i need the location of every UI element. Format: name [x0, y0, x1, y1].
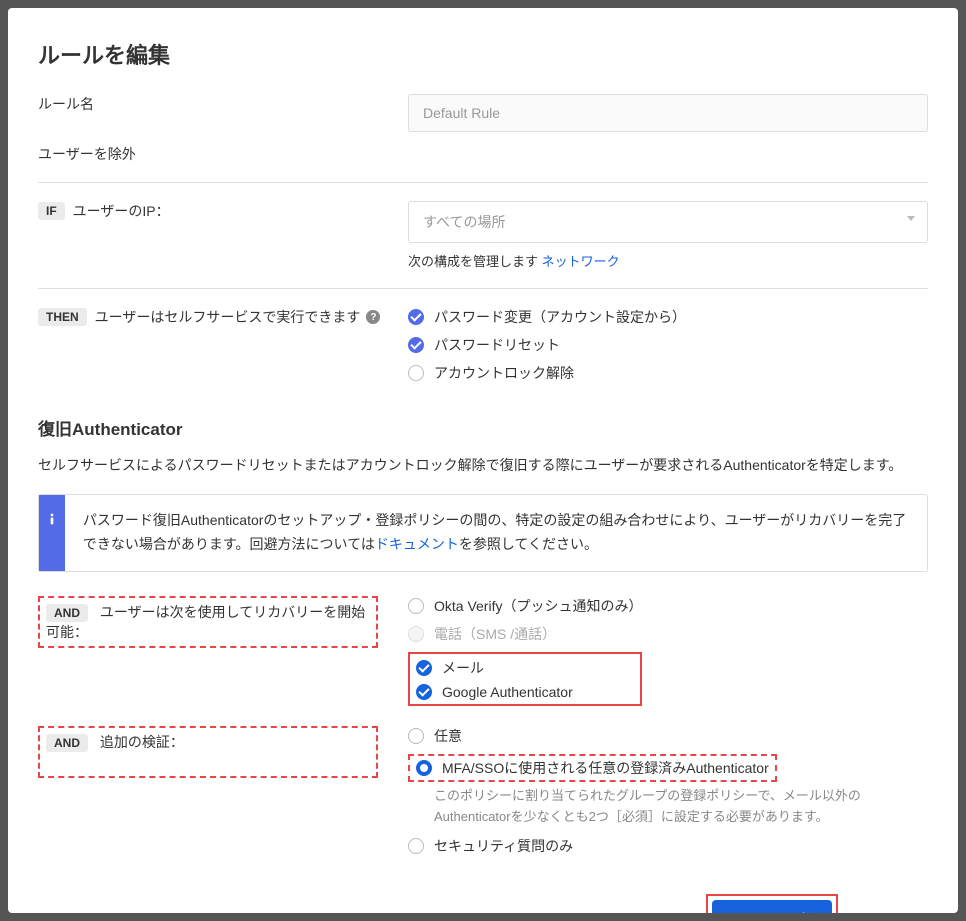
cancel-button[interactable]: キャンセル — [858, 910, 928, 913]
info-icon — [39, 495, 65, 571]
then-option-password-reset[interactable]: パスワードリセット — [408, 335, 928, 355]
recovery-authenticator-title: 復旧Authenticator — [38, 415, 928, 440]
checkbox-checked-icon — [416, 660, 432, 676]
rule-name-row: ルール名 Default Rule — [38, 94, 928, 132]
radio-selected-icon — [416, 760, 432, 776]
additional-option-any[interactable]: 任意 — [408, 726, 928, 746]
highlight-recovery-label: AND ユーザーは次を使用してリカバリーを開始可能： — [38, 596, 378, 648]
checkbox-unchecked-icon — [408, 598, 424, 614]
checkbox-checked-icon — [416, 684, 432, 700]
highlight-additional-label: AND 追加の検証： — [38, 726, 378, 778]
recovery-option-email[interactable]: メール — [416, 658, 634, 678]
user-ip-select[interactable]: すべての場所 — [408, 201, 928, 243]
user-ip-select-value: すべての場所 — [423, 214, 505, 230]
checkbox-disabled-icon — [408, 626, 424, 642]
exclude-users-row: ユーザーを除外 — [38, 144, 928, 164]
chevron-down-icon — [907, 216, 915, 221]
then-option-password-change[interactable]: パスワード変更（アカウント設定から） — [408, 307, 928, 327]
additional-option-mfa-sso[interactable]: MFA/SSOに使用される任意の登録済みAuthenticator — [416, 758, 769, 778]
rule-name-label: ルール名 — [38, 94, 408, 114]
then-option-account-unlock[interactable]: アカウントロック解除 — [408, 363, 928, 383]
radio-unselected-icon — [408, 728, 424, 744]
info-box: パスワード復旧Authenticatorのセットアップ・登録ポリシーの間の、特定… — [38, 494, 928, 572]
recovery-option-google-authenticator[interactable]: Google Authenticator — [416, 684, 634, 700]
and-recovery-label: ユーザーは次を使用してリカバリーを開始可能： — [46, 604, 365, 640]
modal-footer: ルールを更新 キャンセル — [38, 894, 928, 913]
and-additional-options: 任意 MFA/SSOに使用される任意の登録済みAuthenticator このポ… — [408, 726, 928, 864]
documentation-link[interactable]: ドキュメント — [375, 536, 459, 552]
then-label: ユーザーはセルフサービスで実行できます — [95, 307, 361, 327]
info-box-body: パスワード復旧Authenticatorのセットアップ・登録ポリシーの間の、特定… — [65, 495, 927, 571]
rule-name-input[interactable]: Default Rule — [408, 94, 928, 132]
and-additional-row: AND 追加の検証： 任意 MFA/SSOに使用される任意の登録済みAuthen… — [38, 726, 928, 864]
highlight-recovery-selected: メール Google Authenticator — [408, 652, 642, 706]
and-additional-label: 追加の検証： — [100, 734, 184, 750]
checkbox-checked-icon — [408, 337, 424, 353]
edit-rule-modal: ルールを編集 ルール名 Default Rule ユーザーを除外 IF ユーザー… — [8, 8, 958, 913]
help-icon[interactable]: ? — [366, 310, 380, 324]
additional-option-note: このポリシーに割り当てられたグループの登録ポリシーで、メール以外のAuthent… — [434, 786, 928, 828]
recovery-option-okta-verify[interactable]: Okta Verify（プッシュ通知のみ） — [408, 596, 928, 616]
exclude-users-label: ユーザーを除外 — [38, 144, 408, 164]
additional-option-security-question[interactable]: セキュリティ質問のみ — [408, 836, 928, 856]
highlight-update-button: ルールを更新 — [706, 894, 838, 913]
if-tag: IF — [38, 202, 65, 220]
then-options: パスワード変更（アカウント設定から） パスワードリセット アカウントロック解除 — [408, 307, 928, 391]
then-row: THEN ユーザーはセルフサービスで実行できます ? パスワード変更（アカウント… — [38, 307, 928, 391]
if-label: ユーザーのIP： — [73, 201, 170, 221]
then-left: THEN ユーザーはセルフサービスで実行できます ? — [38, 307, 408, 327]
checkbox-unchecked-icon — [408, 365, 424, 381]
divider — [38, 182, 928, 183]
and-tag: AND — [46, 734, 88, 752]
recovery-authenticator-desc: セルフサービスによるパスワードリセットまたはアカウントロック解除で復旧する際にユ… — [38, 454, 928, 476]
and-recovery-options: Okta Verify（プッシュ通知のみ） 電話（SMS /通話） メール Go… — [408, 596, 928, 706]
and-recovery-row: AND ユーザーは次を使用してリカバリーを開始可能： Okta Verify（プ… — [38, 596, 928, 706]
if-row: IF ユーザーのIP： すべての場所 次の構成を管理します ネットワーク — [38, 201, 928, 270]
recovery-option-phone: 電話（SMS /通話） — [408, 624, 928, 644]
radio-unselected-icon — [408, 838, 424, 854]
modal-title: ルールを編集 — [38, 38, 928, 70]
and-tag: AND — [46, 604, 88, 622]
manage-config-text: 次の構成を管理します ネットワーク — [408, 251, 928, 270]
highlight-additional-selected: MFA/SSOに使用される任意の登録済みAuthenticator — [408, 754, 777, 782]
if-left: IF ユーザーのIP： — [38, 201, 408, 221]
divider — [38, 288, 928, 289]
update-rule-button[interactable]: ルールを更新 — [712, 900, 832, 913]
checkbox-checked-icon — [408, 309, 424, 325]
network-link[interactable]: ネットワーク — [542, 254, 620, 269]
then-tag: THEN — [38, 308, 87, 326]
